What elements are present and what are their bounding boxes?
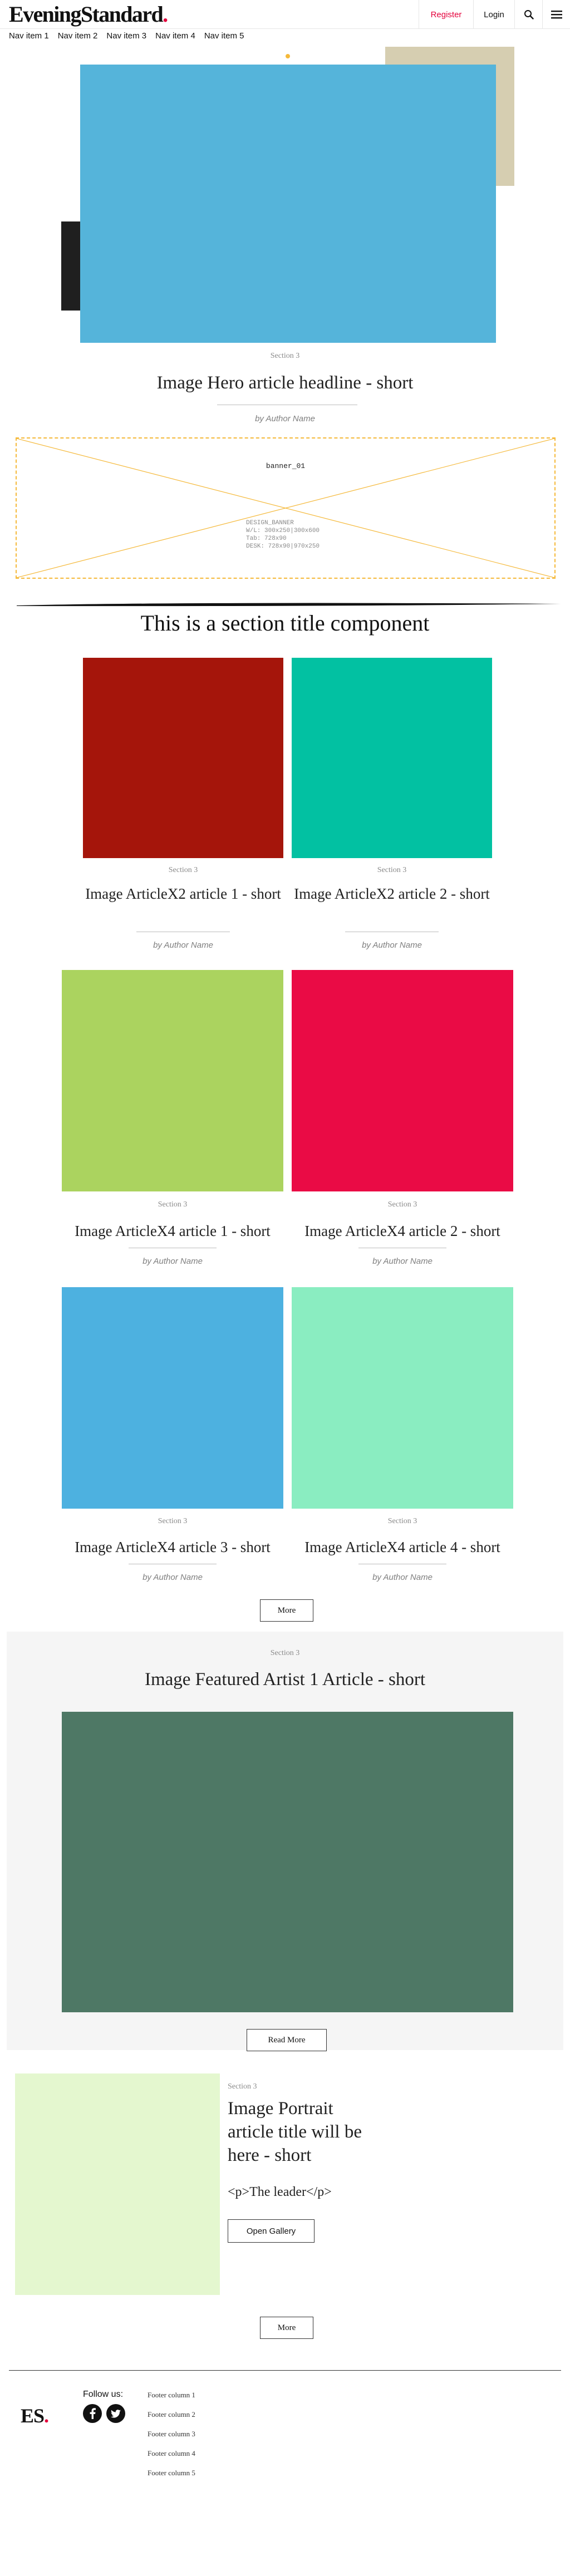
nav-item[interactable]: Nav item 3 bbox=[106, 31, 146, 41]
footer-column-link[interactable]: Footer column 2 bbox=[148, 2410, 195, 2430]
footer-logo[interactable]: ES. bbox=[21, 2404, 49, 2427]
footer-column-link[interactable]: Footer column 1 bbox=[148, 2391, 195, 2410]
portrait-title[interactable]: Image Portrait article title will be her… bbox=[228, 2097, 384, 2167]
x4-article-4-image[interactable] bbox=[292, 1287, 513, 1509]
facebook-icon bbox=[90, 2408, 96, 2419]
x2-article-1-title[interactable]: Image ArticleX2 article 1 - short bbox=[83, 884, 283, 904]
read-more-button[interactable]: Read More bbox=[247, 2029, 327, 2051]
x4-article-1-title[interactable]: Image ArticleX4 article 1 - short bbox=[56, 1221, 289, 1241]
ad-banner-placeholder: banner_01 DESIGN_BANNER W/L: 300x250|300… bbox=[16, 437, 556, 579]
footer-column-link[interactable]: Footer column 3 bbox=[148, 2430, 195, 2449]
featured-kicker[interactable]: Section 3 bbox=[0, 1649, 570, 1658]
menu-button[interactable] bbox=[542, 0, 570, 29]
more-button[interactable]: More bbox=[260, 1599, 313, 1622]
follow-us-label: Follow us: bbox=[83, 2390, 124, 2399]
x4-article-2-title[interactable]: Image ArticleX4 article 2 - short bbox=[286, 1221, 519, 1241]
x4-article-3-kicker[interactable]: Section 3 bbox=[62, 1517, 283, 1526]
x4-article-4-kicker[interactable]: Section 3 bbox=[292, 1517, 513, 1526]
x4-article-2-kicker[interactable]: Section 3 bbox=[292, 1200, 513, 1209]
nav-item[interactable]: Nav item 2 bbox=[58, 31, 98, 41]
more-button-2[interactable]: More bbox=[260, 2317, 313, 2339]
decorative-dot bbox=[286, 54, 290, 58]
featured-headline[interactable]: Image Featured Artist 1 Article - short bbox=[0, 1668, 570, 1691]
footer-column-link[interactable]: Footer column 5 bbox=[148, 2469, 195, 2488]
x4-article-1-kicker[interactable]: Section 3 bbox=[62, 1200, 283, 1209]
footer-columns: Footer column 1 Footer column 2 Footer c… bbox=[148, 2391, 195, 2488]
facebook-link[interactable] bbox=[83, 2404, 102, 2423]
portrait-leader: <p>The leader</p> bbox=[228, 2185, 332, 2199]
hero-kicker[interactable]: Section 3 bbox=[0, 352, 570, 361]
x2-article-2-image[interactable] bbox=[292, 658, 492, 858]
nav-item[interactable]: Nav item 4 bbox=[155, 31, 195, 41]
x4-article-1-image[interactable] bbox=[62, 970, 283, 1191]
x2-article-1-image[interactable] bbox=[83, 658, 283, 858]
footer-column-link[interactable]: Footer column 4 bbox=[148, 2449, 195, 2469]
nav-item[interactable]: Nav item 1 bbox=[9, 31, 49, 41]
banner-cross-lines bbox=[17, 439, 554, 578]
x4-article-1-byline: by Author Name bbox=[142, 1257, 203, 1266]
x2-article-2-byline: by Author Name bbox=[362, 940, 422, 950]
login-link[interactable]: Login bbox=[473, 0, 514, 29]
nav-item[interactable]: Nav item 5 bbox=[204, 31, 244, 41]
hero-image[interactable] bbox=[80, 65, 496, 343]
hero-byline: by Author Name bbox=[255, 414, 315, 423]
section-title: This is a section title component bbox=[140, 610, 430, 636]
x4-article-3-image[interactable] bbox=[62, 1287, 283, 1509]
register-link[interactable]: Register bbox=[419, 0, 473, 29]
top-bar: EveningStandard. Register Login bbox=[0, 0, 570, 29]
banner-info: DESIGN_BANNER W/L: 300x250|300x600 Tab: … bbox=[246, 520, 320, 550]
twitter-icon bbox=[111, 2409, 121, 2418]
banner-label: banner_01 bbox=[266, 462, 306, 470]
x4-article-2-byline: by Author Name bbox=[372, 1257, 433, 1266]
x2-article-2-title[interactable]: Image ArticleX2 article 2 - short bbox=[292, 884, 492, 904]
search-button[interactable] bbox=[514, 0, 542, 29]
x4-article-4-title[interactable]: Image ArticleX4 article 4 - short bbox=[286, 1537, 519, 1557]
portrait-image[interactable] bbox=[15, 2073, 220, 2295]
hamburger-menu-icon bbox=[551, 11, 562, 19]
twitter-link[interactable] bbox=[106, 2404, 125, 2423]
x4-article-3-title[interactable]: Image ArticleX4 article 3 - short bbox=[56, 1537, 289, 1557]
x4-article-2-image[interactable] bbox=[292, 970, 513, 1191]
featured-image[interactable] bbox=[62, 1712, 513, 2012]
footer-divider bbox=[9, 2370, 561, 2371]
hero-headline[interactable]: Image Hero article headline - short bbox=[0, 372, 570, 394]
search-icon bbox=[524, 10, 534, 19]
x4-article-3-byline: by Author Name bbox=[142, 1573, 203, 1582]
x2-article-1-kicker[interactable]: Section 3 bbox=[83, 866, 283, 875]
x4-article-4-byline: by Author Name bbox=[372, 1573, 433, 1582]
x2-article-2-kicker[interactable]: Section 3 bbox=[292, 866, 492, 875]
x2-article-1-byline: by Author Name bbox=[153, 940, 213, 950]
main-nav: Nav item 1 Nav item 2 Nav item 3 Nav ite… bbox=[9, 31, 244, 41]
section-divider-stroke bbox=[17, 603, 561, 607]
site-logo[interactable]: EveningStandard. bbox=[9, 3, 168, 26]
open-gallery-button[interactable]: Open Gallery bbox=[228, 2219, 315, 2243]
portrait-kicker[interactable]: Section 3 bbox=[228, 2082, 257, 2091]
header-actions: Register Login bbox=[419, 0, 570, 29]
